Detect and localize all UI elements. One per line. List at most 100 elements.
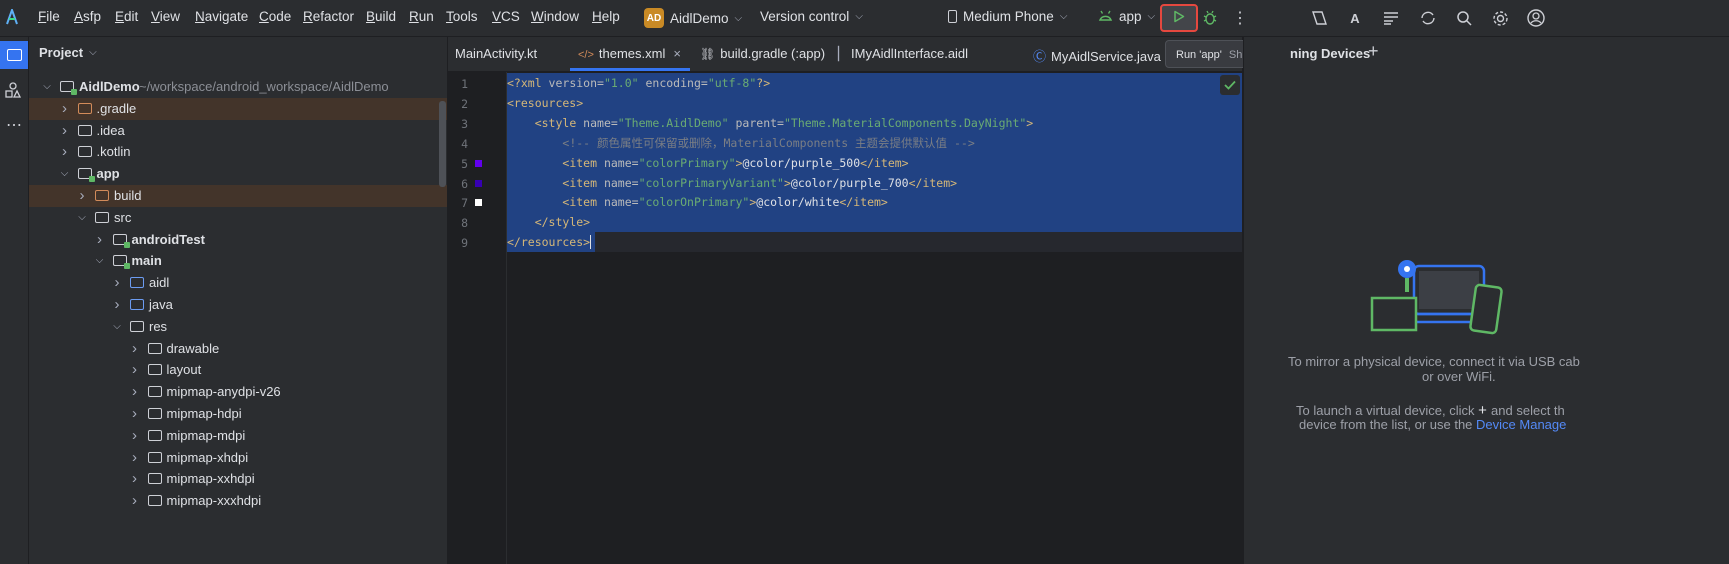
- code-line[interactable]: <resources>: [507, 92, 1242, 113]
- devices-illustration: [1369, 252, 1509, 342]
- menu-window[interactable]: Window: [531, 9, 579, 24]
- folder-icon: [77, 102, 92, 114]
- tree-item[interactable]: ⌵ src: [29, 207, 447, 229]
- tab-myaidlservice-java[interactable]: Ⓒ MyAidlService.java: [1033, 46, 1161, 65]
- inspection-ok-icon[interactable]: [1220, 75, 1240, 95]
- tree-item[interactable]: › mipmap-xxhdpi: [29, 468, 447, 490]
- code-token: encoding=: [638, 76, 708, 90]
- chevron-right-icon[interactable]: ›: [59, 120, 71, 142]
- tree-item[interactable]: › mipmap-mdpi: [29, 425, 447, 447]
- tree-item[interactable]: › .idea: [29, 120, 447, 142]
- code-line[interactable]: <style name="Theme.AidlDemo" parent="The…: [507, 112, 1242, 133]
- project-switcher[interactable]: AD AidlDemo ⌵: [644, 6, 742, 30]
- chevron-right-icon[interactable]: ›: [129, 381, 141, 403]
- scrollbar[interactable]: [439, 101, 446, 187]
- chevron-down-icon[interactable]: ⌵: [94, 250, 106, 272]
- menu-build[interactable]: Build: [366, 9, 396, 24]
- tree-item[interactable]: › mipmap-anydpi-v26: [29, 381, 447, 403]
- tree-item[interactable]: › mipmap-xxxhdpi: [29, 490, 447, 512]
- debug-icon[interactable]: [1198, 6, 1222, 30]
- profiler-icon[interactable]: [1308, 6, 1332, 30]
- menu-tools[interactable]: Tools: [446, 9, 478, 24]
- tree-item[interactable]: › .gradle: [29, 97, 447, 120]
- device-selector[interactable]: Medium Phone ⌵: [948, 9, 1067, 24]
- code-line[interactable]: <!-- 颜色属性可保留或删除，MaterialComponents 主题会提供…: [507, 132, 1242, 153]
- menu-vcs[interactable]: VCS: [492, 9, 520, 24]
- java-class-icon: Ⓒ: [1033, 49, 1047, 64]
- code-editor[interactable]: 123456789 <?xml version="1.0" encoding="…: [448, 72, 1242, 564]
- tab-imyaidlinterface-aidl[interactable]: ▏ IMyAidlInterface.aidl: [838, 46, 968, 62]
- gear-icon[interactable]: [1488, 6, 1512, 30]
- tree-item[interactable]: ⌵ app: [29, 163, 447, 185]
- tab-themes-xml[interactable]: </> themes.xml ×: [570, 46, 690, 71]
- account-icon[interactable]: [1524, 6, 1548, 30]
- chevron-right-icon[interactable]: ›: [59, 98, 71, 120]
- launch-hint-post: and select th: [1491, 403, 1565, 418]
- chevron-right-icon[interactable]: ›: [76, 185, 88, 207]
- menu-asfp[interactable]: Asfp: [74, 9, 101, 24]
- tree-item[interactable]: › mipmap-xhdpi: [29, 447, 447, 469]
- menu-refactor[interactable]: Refactor: [303, 9, 354, 24]
- tree-item[interactable]: › .kotlin: [29, 141, 447, 163]
- chevron-right-icon[interactable]: ›: [129, 468, 141, 490]
- close-icon[interactable]: ×: [673, 46, 681, 61]
- menu-run[interactable]: Run: [409, 9, 434, 24]
- more-tools-icon[interactable]: ⋯: [2, 115, 26, 135]
- chevron-down-icon[interactable]: ⌵: [111, 316, 123, 338]
- code-line[interactable]: </style>: [507, 212, 1242, 233]
- chevron-down-icon[interactable]: ⌵: [76, 207, 88, 229]
- chevron-right-icon[interactable]: ›: [129, 447, 141, 469]
- code-line[interactable]: <?xml version="1.0" encoding="utf-8"?>: [507, 73, 1242, 93]
- chevron-right-icon[interactable]: ›: [129, 359, 141, 381]
- menu-edit[interactable]: Edit: [115, 9, 138, 24]
- menu-help[interactable]: Help: [592, 9, 620, 24]
- tree-item[interactable]: › mipmap-hdpi: [29, 403, 447, 425]
- add-device-button[interactable]: +: [1368, 41, 1379, 62]
- more-actions-icon[interactable]: ⋮: [1228, 6, 1252, 30]
- folder-icon: [95, 211, 109, 223]
- chevron-right-icon[interactable]: ›: [94, 229, 106, 251]
- menu-code[interactable]: Code: [259, 9, 291, 24]
- tab-mainactivity-kt[interactable]: MainActivity.kt: [455, 46, 537, 61]
- chevron-right-icon[interactable]: ›: [129, 403, 141, 425]
- tree-item[interactable]: › drawable: [29, 338, 447, 360]
- chevron-right-icon[interactable]: ›: [111, 272, 123, 294]
- code-line[interactable]: <item name="colorPrimary">@color/purple_…: [507, 152, 1242, 173]
- code-line[interactable]: <item name="colorOnPrimary">@color/white…: [507, 192, 1242, 213]
- project-tool-button[interactable]: [0, 41, 28, 69]
- code-line[interactable]: </resources>: [507, 232, 1242, 253]
- chevron-down-icon[interactable]: ⌵: [41, 76, 53, 98]
- tree-item[interactable]: › androidTest: [29, 229, 447, 251]
- chevron-right-icon[interactable]: ›: [129, 490, 141, 512]
- tree-item[interactable]: › layout: [29, 359, 447, 381]
- chevron-down-icon[interactable]: ⌵: [59, 163, 71, 185]
- menu-file[interactable]: File: [38, 9, 60, 24]
- chevron-right-icon[interactable]: ›: [111, 294, 123, 316]
- sync-icon[interactable]: [1416, 6, 1440, 30]
- device-manager-link[interactable]: Device Manage: [1476, 417, 1566, 432]
- tree-item[interactable]: › java: [29, 294, 447, 316]
- tab-build-gradle-app[interactable]: ⛓ build.gradle (:app): [700, 46, 825, 61]
- chevron-right-icon[interactable]: ›: [129, 425, 141, 447]
- tree-item[interactable]: › aidl: [29, 272, 447, 294]
- version-control-menu[interactable]: Version control ⌵: [760, 9, 863, 24]
- tree-item[interactable]: › build: [29, 185, 447, 207]
- code-area[interactable]: <?xml version="1.0" encoding="utf-8"?> <r…: [448, 72, 1242, 564]
- menu-view[interactable]: View: [151, 9, 180, 24]
- layout-inspector-icon[interactable]: [1379, 6, 1403, 30]
- aidl-file-icon: ▏: [838, 46, 848, 61]
- translate-icon[interactable]: A: [1343, 6, 1367, 30]
- tree-item[interactable]: ⌵ res: [29, 316, 447, 338]
- code-token: <style: [534, 115, 584, 130]
- tree-item[interactable]: ⌵ AidlDemo ~/workspace/android_workspace/A…: [29, 76, 447, 98]
- run-button[interactable]: [1160, 4, 1198, 32]
- code-line[interactable]: <item name="colorPrimaryVariant">@color/…: [507, 172, 1242, 193]
- search-icon[interactable]: [1452, 6, 1476, 30]
- resource-manager-icon[interactable]: [4, 81, 24, 101]
- menu-navigate[interactable]: Navigate: [195, 9, 248, 24]
- run-config-selector[interactable]: app ⌵: [1098, 9, 1155, 24]
- tree-item[interactable]: ⌵ main: [29, 250, 447, 272]
- project-panel-header[interactable]: Project ⌵: [39, 45, 97, 60]
- chevron-right-icon[interactable]: ›: [59, 141, 71, 163]
- chevron-right-icon[interactable]: ›: [129, 338, 141, 360]
